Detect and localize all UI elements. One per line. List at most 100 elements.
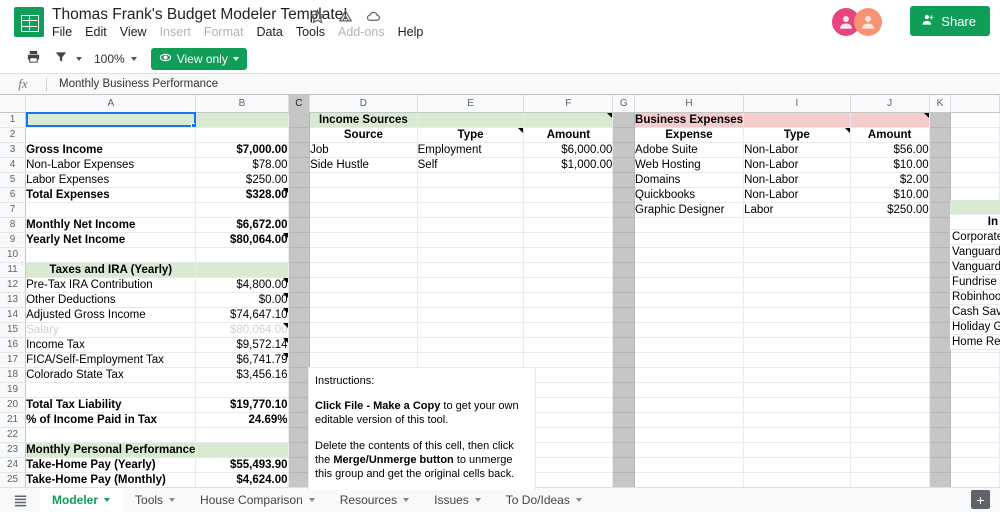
row-header-3[interactable]: 3 [0, 142, 27, 158]
cell-A10[interactable] [25, 247, 197, 263]
cell-J20[interactable] [850, 397, 930, 413]
cell-J8[interactable] [850, 217, 930, 233]
cell-B1[interactable] [195, 112, 289, 128]
row-header-10[interactable]: 10 [0, 247, 27, 263]
cell-J4[interactable]: $10.00 [850, 157, 930, 173]
cell-I1[interactable] [743, 112, 851, 128]
cell-F2[interactable]: Amount [523, 127, 614, 143]
cell-K20[interactable] [929, 397, 952, 413]
cell-C12[interactable] [288, 277, 311, 293]
cell-C15[interactable] [288, 322, 311, 338]
cell-L3[interactable] [950, 142, 1000, 158]
cell-I4[interactable]: Non-Labor [743, 157, 851, 173]
cell-D11[interactable] [309, 262, 418, 278]
cell-I17[interactable] [743, 352, 851, 368]
cell-I20[interactable] [743, 397, 851, 413]
cell-D5[interactable] [309, 172, 418, 188]
cell-F18[interactable] [523, 367, 614, 383]
cell-H11[interactable] [634, 262, 745, 278]
cell-G4[interactable] [612, 157, 636, 173]
cell-L19[interactable] [950, 382, 1000, 398]
cell-E3[interactable]: Employment [417, 142, 525, 158]
cell-H16[interactable] [634, 337, 745, 353]
cell-H14[interactable] [634, 307, 745, 323]
sheet-tab-issues[interactable]: Issues [422, 488, 494, 512]
cell-F5[interactable] [523, 172, 614, 188]
cell-E6[interactable] [417, 187, 525, 203]
cell-K19[interactable] [929, 382, 952, 398]
cell-I12[interactable] [743, 277, 851, 293]
instructions-merged-cell[interactable]: Instructions: Click File - Make a Copy t… [308, 367, 536, 490]
row-header-7[interactable]: 7 [0, 202, 27, 218]
cell-E17[interactable] [417, 352, 525, 368]
cell-K9[interactable] [929, 232, 952, 248]
row-header-24[interactable]: 24 [0, 457, 27, 473]
sheet-tab-house-comparison[interactable]: House Comparison [188, 488, 328, 512]
chevron-down-icon[interactable] [104, 498, 111, 502]
cell-B6[interactable]: $328.00 [195, 187, 289, 203]
cell-F7[interactable] [523, 202, 614, 218]
cell-B24[interactable]: $55,493.90 [195, 457, 289, 473]
investments-row[interactable]: Cash Savi [950, 305, 1000, 320]
cell-L18[interactable] [950, 367, 1000, 383]
menu-tools[interactable]: Tools [296, 25, 325, 39]
print-button[interactable] [20, 47, 46, 71]
cell-A11[interactable]: Taxes and IRA (Yearly) [25, 262, 197, 278]
menu-edit[interactable]: Edit [85, 25, 107, 39]
investments-row[interactable]: Fundrise [950, 275, 1000, 290]
cell-D10[interactable] [309, 247, 418, 263]
cell-I21[interactable] [743, 412, 851, 428]
row-header-13[interactable]: 13 [0, 292, 27, 308]
cell-D6[interactable] [309, 187, 418, 203]
cell-C7[interactable] [288, 202, 311, 218]
cell-H6[interactable]: Quickbooks [634, 187, 745, 203]
cell-I15[interactable] [743, 322, 851, 338]
cell-L4[interactable] [950, 157, 1000, 173]
cell-A22[interactable] [25, 427, 197, 443]
row-header-8[interactable]: 8 [0, 217, 27, 233]
cell-C17[interactable] [288, 352, 311, 368]
cell-C23[interactable] [288, 442, 311, 458]
cell-G2[interactable] [612, 127, 636, 143]
cell-J9[interactable] [850, 232, 930, 248]
cell-C4[interactable] [288, 157, 311, 173]
row-header-15[interactable]: 15 [0, 322, 27, 338]
cell-K25[interactable] [929, 472, 952, 488]
cell-J3[interactable]: $56.00 [850, 142, 930, 158]
cell-B9[interactable]: $80,064.00 [195, 232, 289, 248]
cell-I18[interactable] [743, 367, 851, 383]
cell-G3[interactable] [612, 142, 636, 158]
cell-H21[interactable] [634, 412, 745, 428]
cell-F10[interactable] [523, 247, 614, 263]
sheet-tab-todo-ideas[interactable]: To Do/Ideas [494, 488, 595, 512]
cell-K14[interactable] [929, 307, 952, 323]
cell-I9[interactable] [743, 232, 851, 248]
row-header-12[interactable]: 12 [0, 277, 27, 293]
cell-K12[interactable] [929, 277, 952, 293]
cell-B22[interactable] [195, 427, 289, 443]
cell-G13[interactable] [612, 292, 636, 308]
cell-C9[interactable] [288, 232, 311, 248]
row-header-22[interactable]: 22 [0, 427, 27, 443]
cell-B2[interactable] [195, 127, 289, 143]
menu-file[interactable]: File [52, 25, 72, 39]
cell-F3[interactable]: $6,000.00 [523, 142, 614, 158]
chevron-down-icon[interactable] [403, 498, 410, 502]
cell-D14[interactable] [309, 307, 418, 323]
cell-E2[interactable]: Type [417, 127, 525, 143]
cell-E11[interactable] [417, 262, 525, 278]
column-header-g[interactable]: G [612, 95, 636, 113]
row-header-17[interactable]: 17 [0, 352, 27, 368]
cell-D8[interactable] [309, 217, 418, 233]
cell-C25[interactable] [288, 472, 311, 488]
row-header-25[interactable]: 25 [0, 472, 27, 488]
cell-K15[interactable] [929, 322, 952, 338]
investments-row[interactable]: Home Rep [950, 335, 1000, 350]
cell-E7[interactable] [417, 202, 525, 218]
cell-A2[interactable] [25, 127, 197, 143]
cell-J18[interactable] [850, 367, 930, 383]
cell-D4[interactable]: Side Hustle [309, 157, 418, 173]
cell-I10[interactable] [743, 247, 851, 263]
view-only-button[interactable]: View only [150, 48, 247, 70]
cell-C5[interactable] [288, 172, 311, 188]
